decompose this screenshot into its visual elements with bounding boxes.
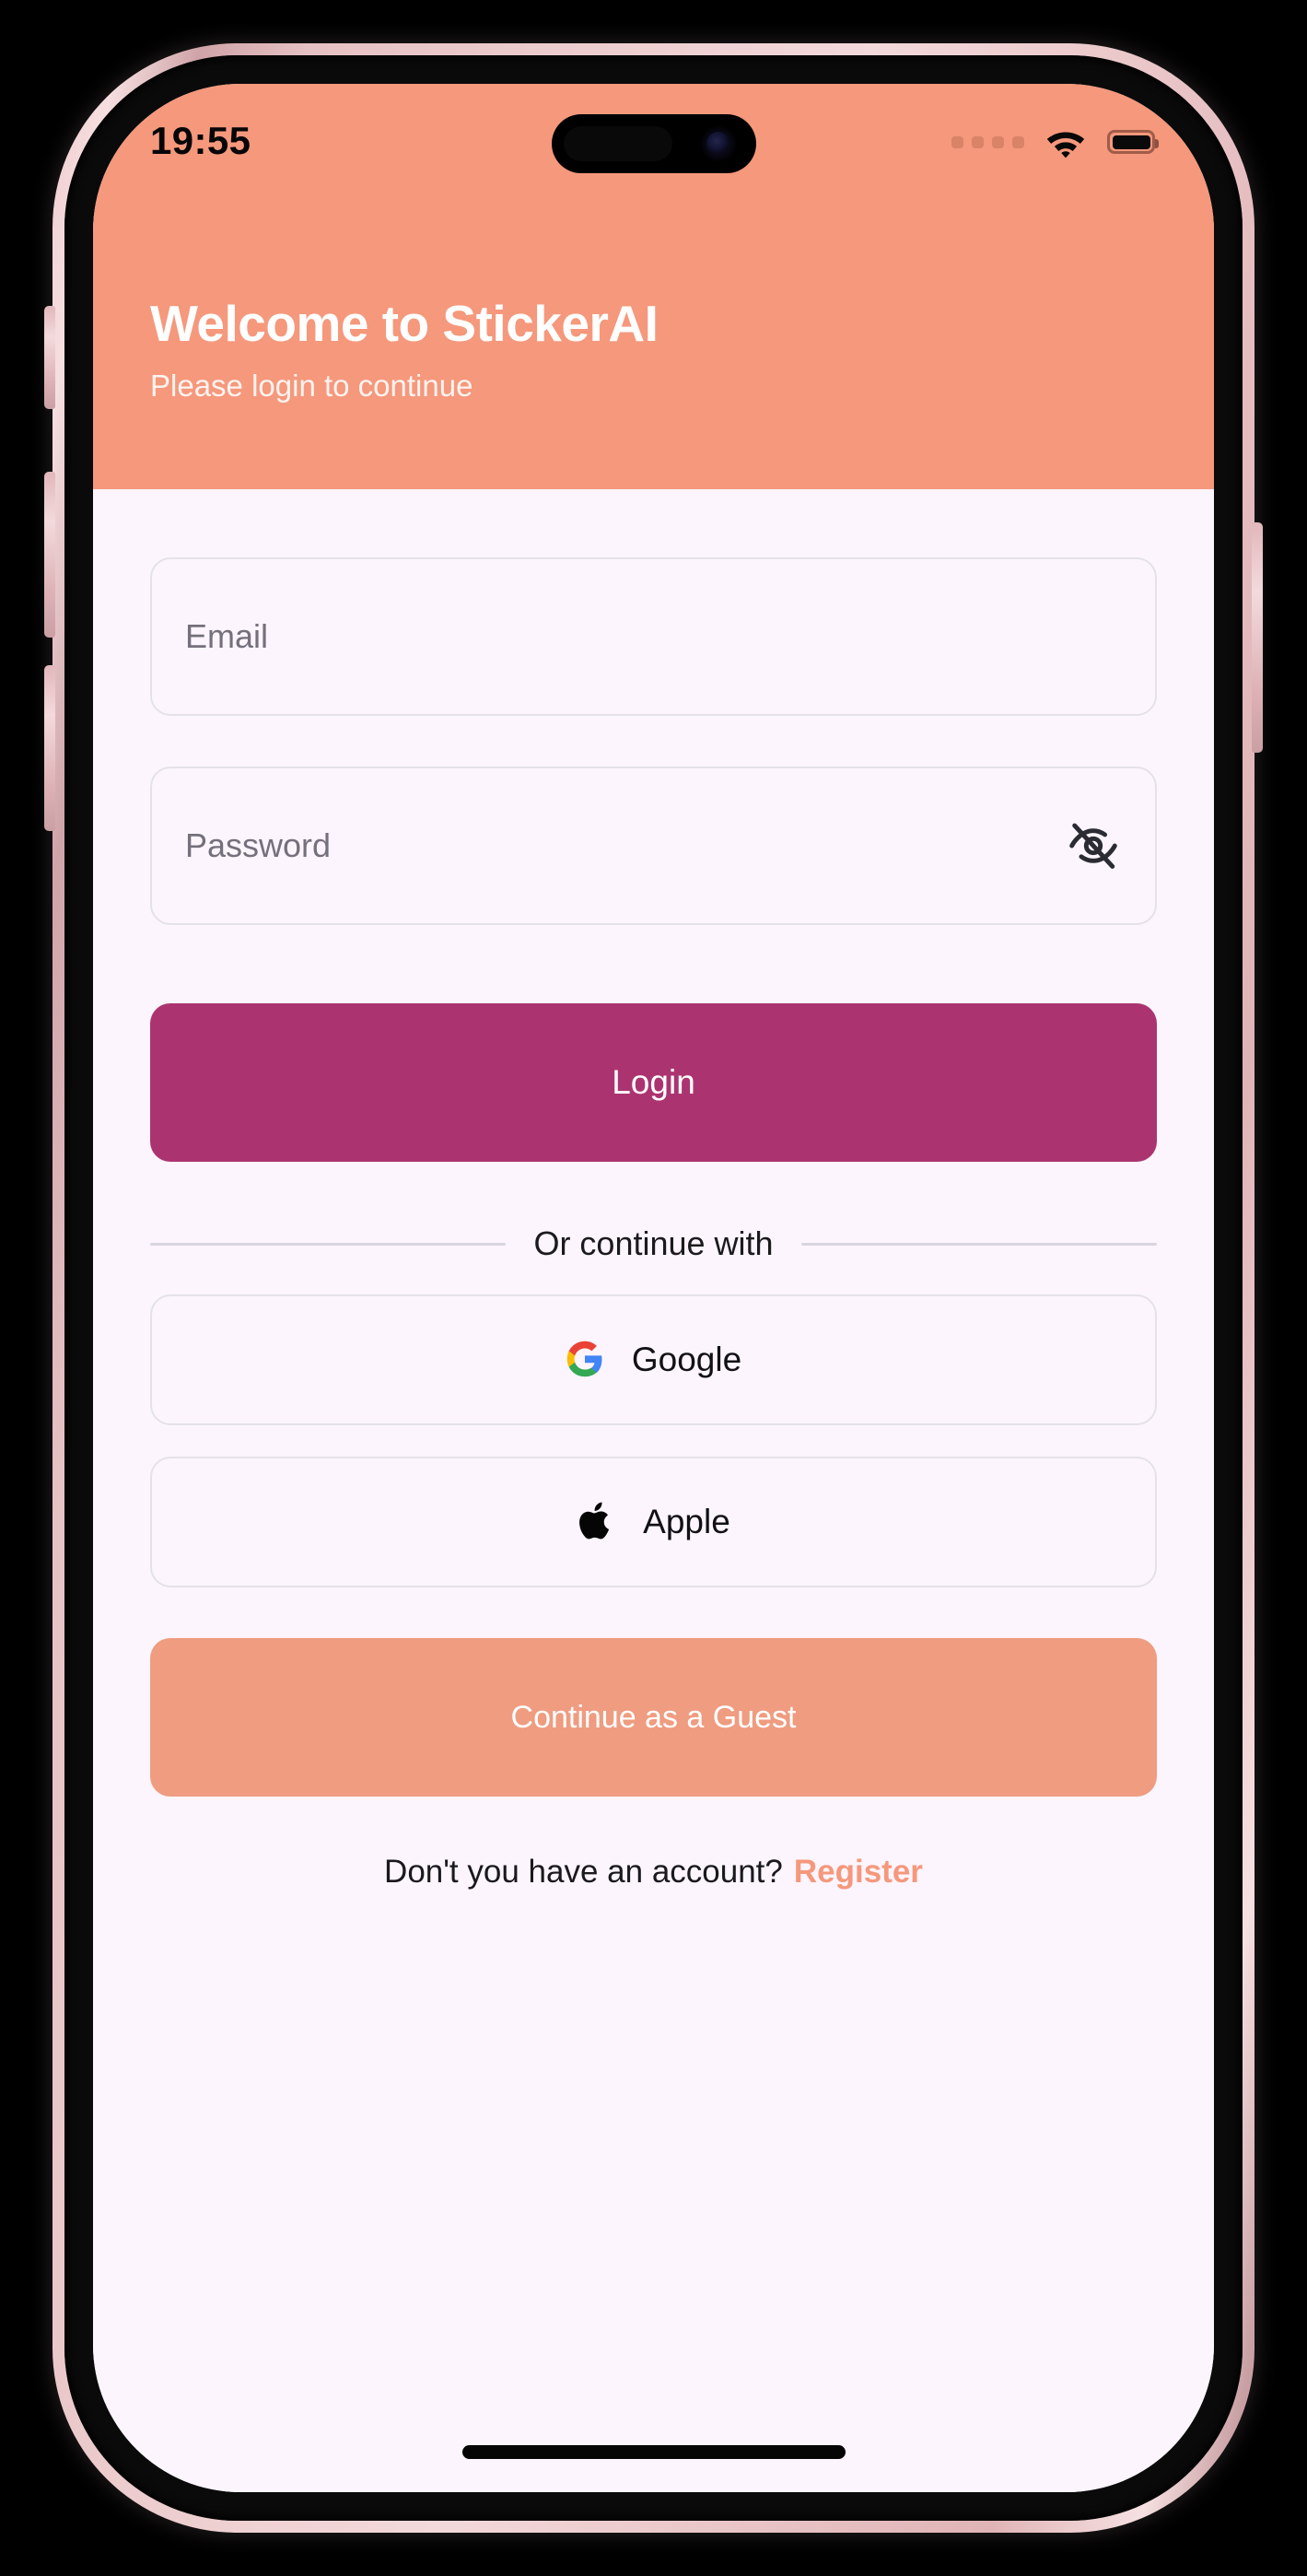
register-prompt: Don't you have an account? Register [150, 1854, 1157, 1891]
apple-signin-label: Apple [643, 1503, 730, 1540]
divider-label: Or continue with [533, 1224, 774, 1262]
volume-up-button[interactable] [44, 472, 55, 638]
register-link[interactable]: Register [794, 1854, 923, 1891]
continue-as-guest-button[interactable]: Continue as a Guest [150, 1638, 1157, 1797]
volume-down-button[interactable] [44, 665, 55, 831]
email-field[interactable]: Email [150, 557, 1157, 716]
login-screen: 19:55 Welcome to StickerAI Please login … [93, 84, 1214, 2492]
phone-screen: 19:55 Welcome to StickerAI Please login … [93, 84, 1214, 2492]
signal-dots-icon [951, 135, 1024, 148]
email-placeholder: Email [185, 617, 269, 655]
page-title: Welcome to StickerAI [150, 295, 659, 352]
phone-bezel: 19:55 Welcome to StickerAI Please login … [64, 55, 1243, 2521]
login-form: Email Password Login Or continue with Go… [93, 489, 1214, 2492]
dynamic-island-pill [563, 126, 672, 161]
divider: Or continue with [150, 1224, 1157, 1263]
status-bar-indicators [951, 126, 1159, 158]
page-subtitle: Please login to continue [150, 368, 473, 403]
power-button[interactable] [1252, 522, 1263, 753]
status-bar-clock: 19:55 [150, 119, 251, 162]
action-button[interactable] [44, 306, 55, 409]
password-placeholder: Password [185, 826, 332, 864]
dynamic-island [551, 114, 756, 173]
app-header: 19:55 Welcome to StickerAI Please login … [93, 84, 1214, 489]
register-question: Don't you have an account? [384, 1854, 783, 1890]
google-signin-label: Google [631, 1341, 742, 1378]
password-field[interactable]: Password [150, 767, 1157, 925]
battery-icon [1107, 130, 1159, 154]
header-text-block: Welcome to StickerAI Please login to con… [150, 296, 1159, 404]
google-icon [566, 1340, 604, 1381]
front-camera-icon [706, 132, 730, 156]
apple-signin-button[interactable]: Apple [150, 1457, 1157, 1587]
login-button[interactable]: Login [150, 1003, 1157, 1162]
divider-line-left [150, 1242, 507, 1246]
eye-off-icon[interactable] [1065, 817, 1122, 874]
home-indicator[interactable] [461, 2445, 846, 2459]
apple-icon [577, 1499, 615, 1546]
screenshot-stage: 19:55 Welcome to StickerAI Please login … [0, 0, 1307, 2576]
wifi-icon [1044, 126, 1087, 158]
google-signin-button[interactable]: Google [150, 1294, 1157, 1425]
divider-line-right [800, 1242, 1157, 1246]
phone-frame: 19:55 Welcome to StickerAI Please login … [44, 43, 1263, 2533]
